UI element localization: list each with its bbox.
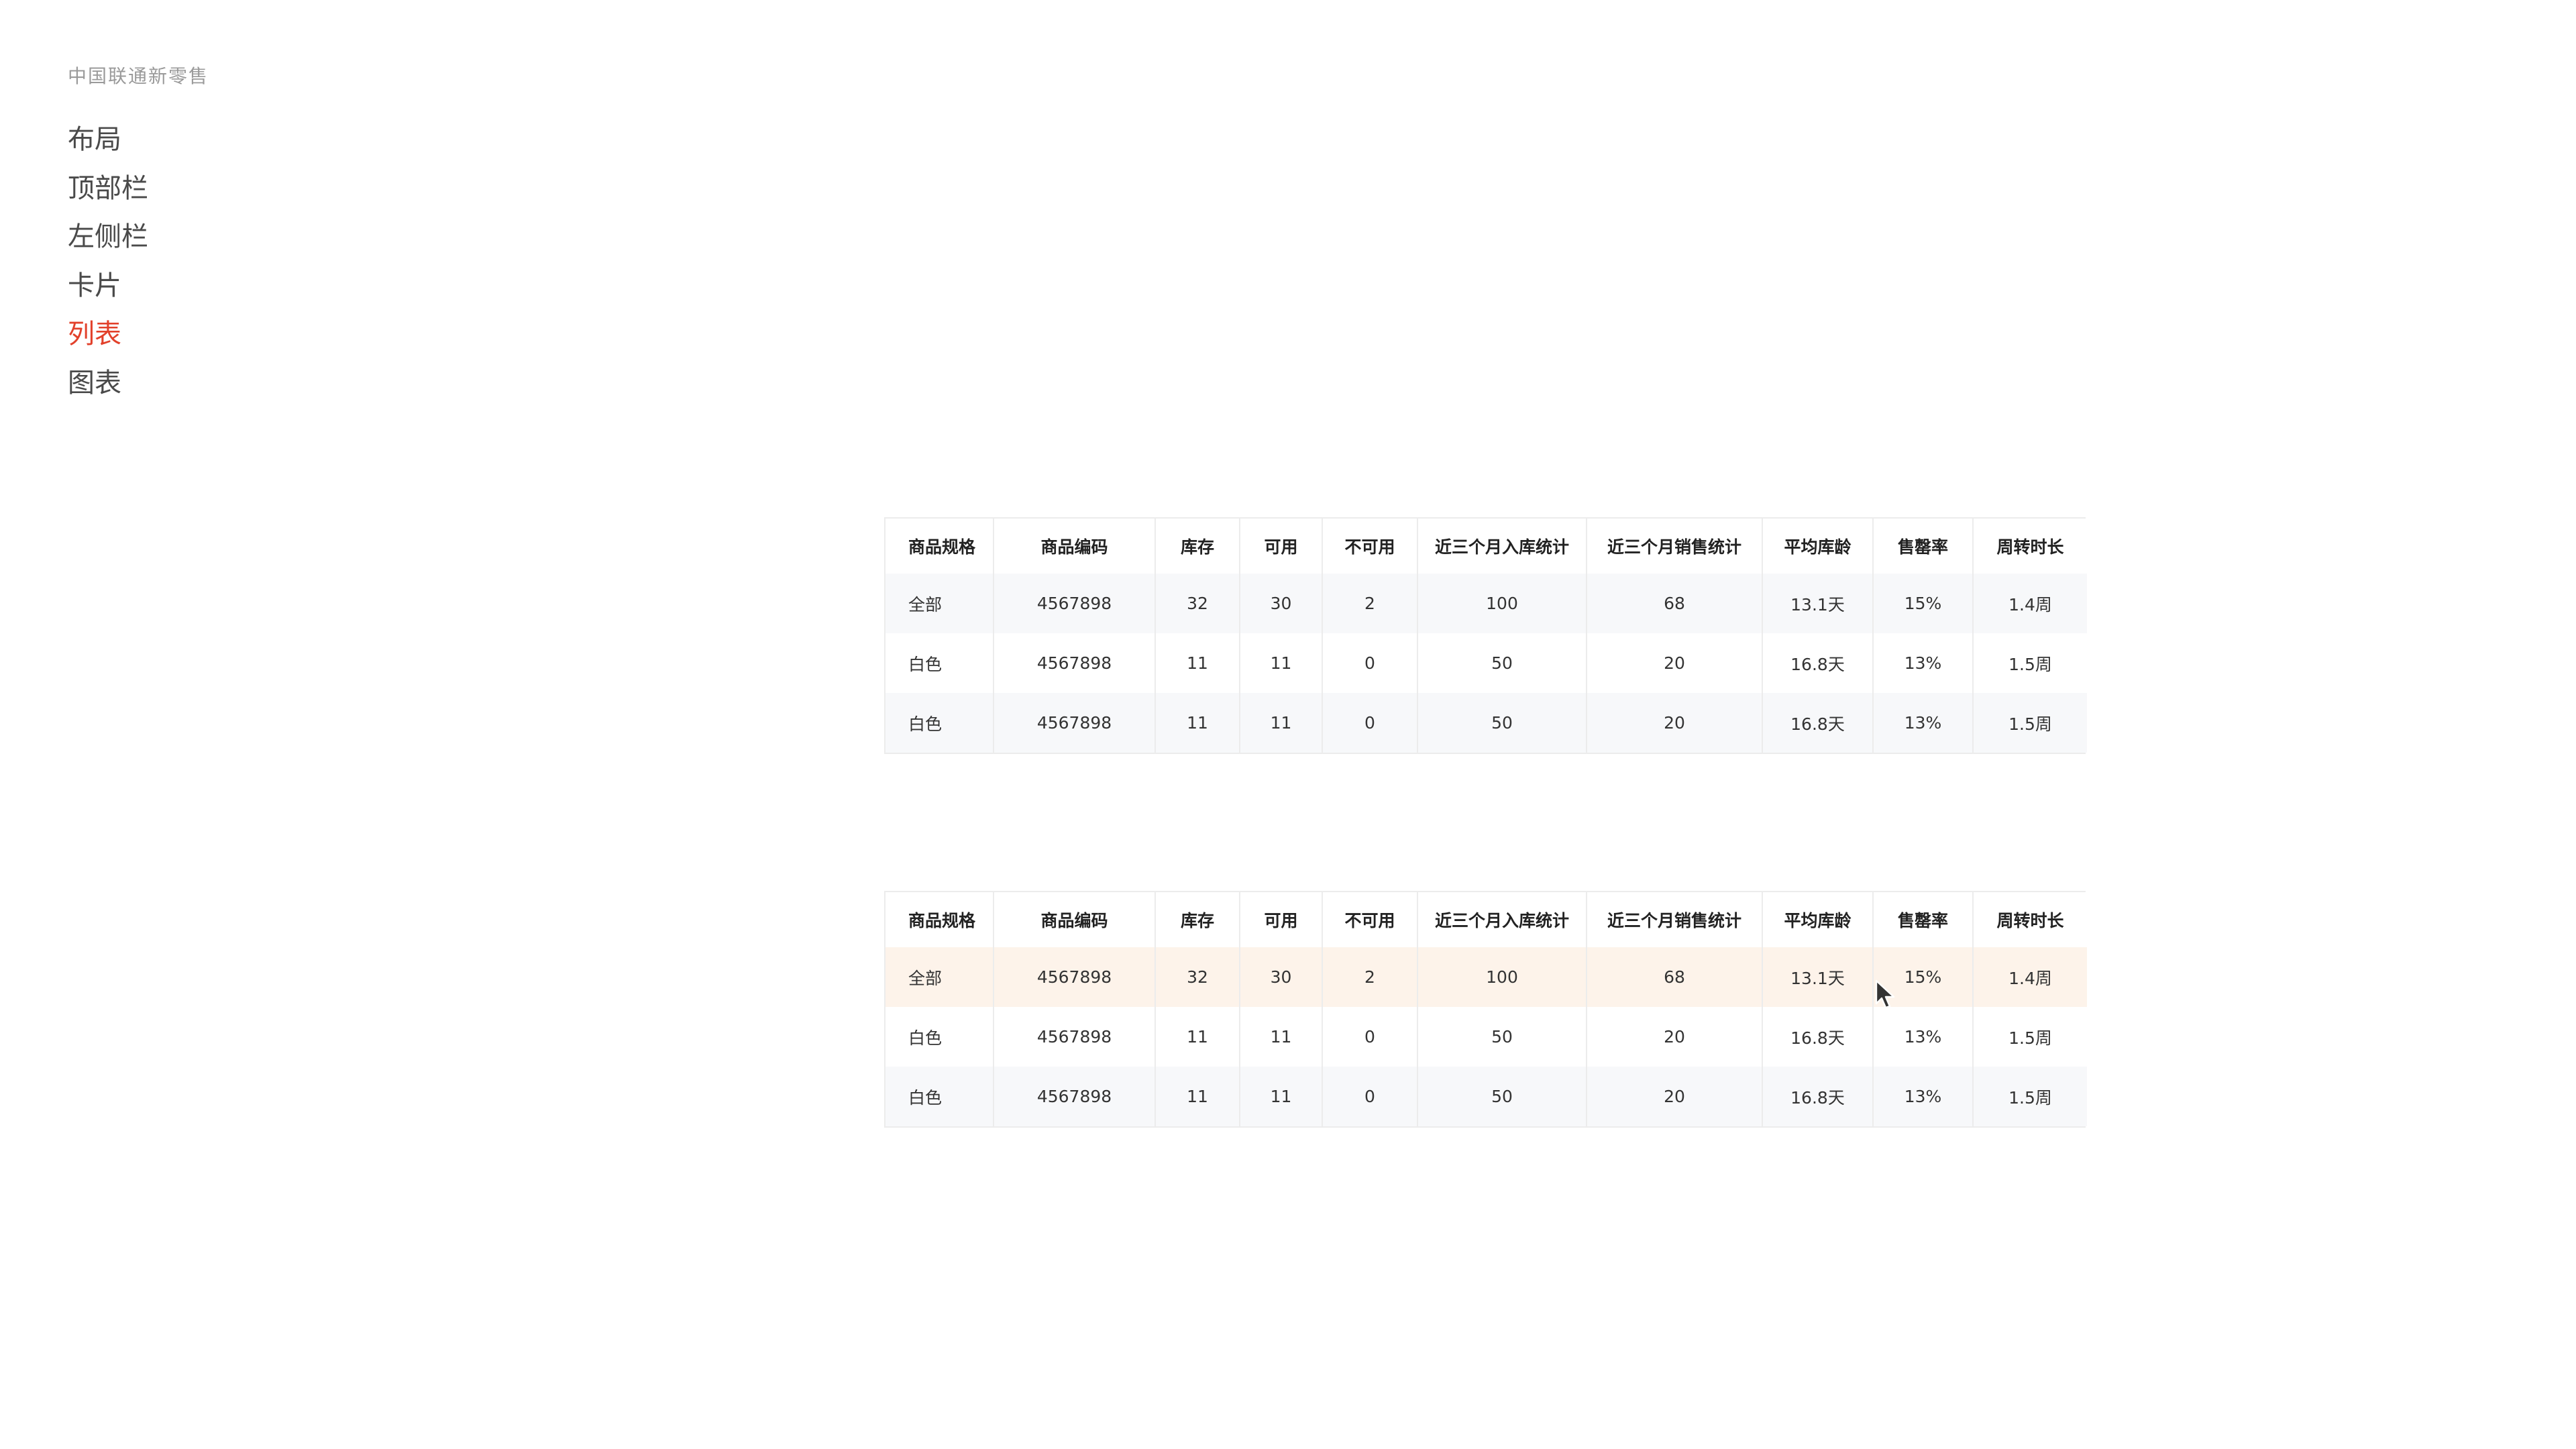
cell-code: 4567898	[994, 693, 1156, 753]
cell-available: 11	[1240, 693, 1323, 753]
cell-unavailable: 0	[1322, 1067, 1418, 1126]
col-header-sales-3m: 近三个月销售统计	[1587, 519, 1763, 574]
cell-code: 4567898	[994, 1007, 1156, 1067]
col-header-code: 商品编码	[994, 519, 1156, 574]
cell-turnover: 1.5周	[1973, 633, 2087, 693]
cell-inbound-3m: 50	[1417, 693, 1587, 753]
cell-sellthrough: 15%	[1873, 574, 1974, 633]
table-header-row: 商品规格 商品编码 库存 可用 不可用 近三个月入库统计 近三个月销售统计 平均…	[885, 892, 2087, 947]
cell-avg-age: 16.8天	[1762, 1067, 1874, 1126]
cell-avg-age: 16.8天	[1762, 633, 1874, 693]
cell-spec: 白色	[885, 633, 994, 693]
col-header-inbound-3m: 近三个月入库统计	[1417, 519, 1587, 574]
cell-stock: 11	[1155, 693, 1240, 753]
col-header-spec: 商品规格	[885, 519, 994, 574]
cell-unavailable: 2	[1322, 574, 1418, 633]
col-header-avg-age: 平均库龄	[1762, 892, 1874, 947]
cell-sellthrough: 13%	[1873, 1007, 1974, 1067]
cell-code: 4567898	[994, 947, 1156, 1007]
cell-inbound-3m: 100	[1417, 574, 1587, 633]
col-header-turnover: 周转时长	[1973, 892, 2087, 947]
cell-stock: 11	[1155, 1067, 1240, 1126]
cell-avg-age: 16.8天	[1762, 1007, 1874, 1067]
col-header-avg-age: 平均库龄	[1762, 519, 1874, 574]
cell-available: 11	[1240, 1007, 1323, 1067]
cell-inbound-3m: 100	[1417, 947, 1587, 1007]
cell-spec: 全部	[885, 947, 994, 1007]
cell-inbound-3m: 50	[1417, 1007, 1587, 1067]
cell-spec: 白色	[885, 1007, 994, 1067]
cell-spec: 白色	[885, 1067, 994, 1126]
table-row[interactable]: 白色 4567898 11 11 0 50 20 16.8天 13% 1.5周	[885, 693, 2087, 753]
cell-avg-age: 13.1天	[1762, 574, 1874, 633]
table-row[interactable]: 白色 4567898 11 11 0 50 20 16.8天 13% 1.5周	[885, 1067, 2087, 1126]
cell-turnover: 1.5周	[1973, 1007, 2087, 1067]
col-header-available: 可用	[1240, 892, 1323, 947]
inventory-table-2: 商品规格 商品编码 库存 可用 不可用 近三个月入库统计 近三个月销售统计 平均…	[884, 891, 2087, 1128]
table-header-row: 商品规格 商品编码 库存 可用 不可用 近三个月入库统计 近三个月销售统计 平均…	[885, 519, 2087, 574]
brand-title: 中国联通新零售	[68, 65, 209, 87]
cell-avg-age: 13.1天	[1762, 947, 1874, 1007]
cell-code: 4567898	[994, 574, 1156, 633]
cell-sellthrough: 13%	[1873, 693, 1974, 753]
nav-item-topbar[interactable]: 顶部栏	[68, 164, 148, 213]
cell-inbound-3m: 50	[1417, 1067, 1587, 1126]
cell-sales-3m: 68	[1587, 574, 1763, 633]
table-row[interactable]: 白色 4567898 11 11 0 50 20 16.8天 13% 1.5周	[885, 1007, 2087, 1067]
cell-spec: 白色	[885, 693, 994, 753]
mouse-pointer-icon	[1875, 979, 1895, 1009]
table-row-hovered[interactable]: 全部 4567898 32 30 2 100 68 13.1天 15% 1.4周	[885, 947, 2087, 1007]
col-header-stock: 库存	[1155, 892, 1240, 947]
cell-spec: 全部	[885, 574, 994, 633]
col-header-spec: 商品规格	[885, 892, 994, 947]
cell-avg-age: 16.8天	[1762, 693, 1874, 753]
col-header-inbound-3m: 近三个月入库统计	[1417, 892, 1587, 947]
cell-stock: 11	[1155, 633, 1240, 693]
col-header-sellthrough: 售罄率	[1873, 892, 1974, 947]
cell-sales-3m: 20	[1587, 633, 1763, 693]
cell-available: 30	[1240, 947, 1323, 1007]
col-header-turnover: 周转时长	[1973, 519, 2087, 574]
cell-stock: 32	[1155, 574, 1240, 633]
cell-turnover: 1.4周	[1973, 574, 2087, 633]
col-header-stock: 库存	[1155, 519, 1240, 574]
cell-stock: 32	[1155, 947, 1240, 1007]
cell-stock: 11	[1155, 1007, 1240, 1067]
cell-unavailable: 0	[1322, 1007, 1418, 1067]
nav-item-list[interactable]: 列表	[68, 310, 148, 359]
inventory-table-1: 商品规格 商品编码 库存 可用 不可用 近三个月入库统计 近三个月销售统计 平均…	[884, 517, 2087, 754]
table-row[interactable]: 白色 4567898 11 11 0 50 20 16.8天 13% 1.5周	[885, 633, 2087, 693]
col-header-sales-3m: 近三个月销售统计	[1587, 892, 1763, 947]
cell-sales-3m: 20	[1587, 693, 1763, 753]
cell-available: 11	[1240, 1067, 1323, 1126]
cell-unavailable: 0	[1322, 693, 1418, 753]
cell-sales-3m: 20	[1587, 1007, 1763, 1067]
cell-unavailable: 2	[1322, 947, 1418, 1007]
cell-available: 30	[1240, 574, 1323, 633]
col-header-available: 可用	[1240, 519, 1323, 574]
nav-item-card[interactable]: 卡片	[68, 262, 148, 311]
table-row[interactable]: 全部 4567898 32 30 2 100 68 13.1天 15% 1.4周	[885, 574, 2087, 633]
col-header-unavailable: 不可用	[1322, 519, 1418, 574]
cell-sellthrough: 13%	[1873, 633, 1974, 693]
col-header-sellthrough: 售罄率	[1873, 519, 1974, 574]
cell-turnover: 1.4周	[1973, 947, 2087, 1007]
cell-code: 4567898	[994, 633, 1156, 693]
cell-sellthrough: 13%	[1873, 1067, 1974, 1126]
cell-available: 11	[1240, 633, 1323, 693]
nav-item-layout[interactable]: 布局	[68, 115, 148, 164]
cell-sales-3m: 68	[1587, 947, 1763, 1007]
cell-turnover: 1.5周	[1973, 693, 2087, 753]
cell-unavailable: 0	[1322, 633, 1418, 693]
cell-inbound-3m: 50	[1417, 633, 1587, 693]
col-header-unavailable: 不可用	[1322, 892, 1418, 947]
sidebar-nav: 布局 顶部栏 左侧栏 卡片 列表 图表	[68, 115, 148, 407]
cell-sales-3m: 20	[1587, 1067, 1763, 1126]
page: 中国联通新零售 布局 顶部栏 左侧栏 卡片 列表 图表 商品规格 商品编码 库存…	[0, 0, 2576, 1449]
cell-turnover: 1.5周	[1973, 1067, 2087, 1126]
nav-item-chart[interactable]: 图表	[68, 359, 148, 408]
cell-code: 4567898	[994, 1067, 1156, 1126]
col-header-code: 商品编码	[994, 892, 1156, 947]
nav-item-sidebar[interactable]: 左侧栏	[68, 213, 148, 262]
